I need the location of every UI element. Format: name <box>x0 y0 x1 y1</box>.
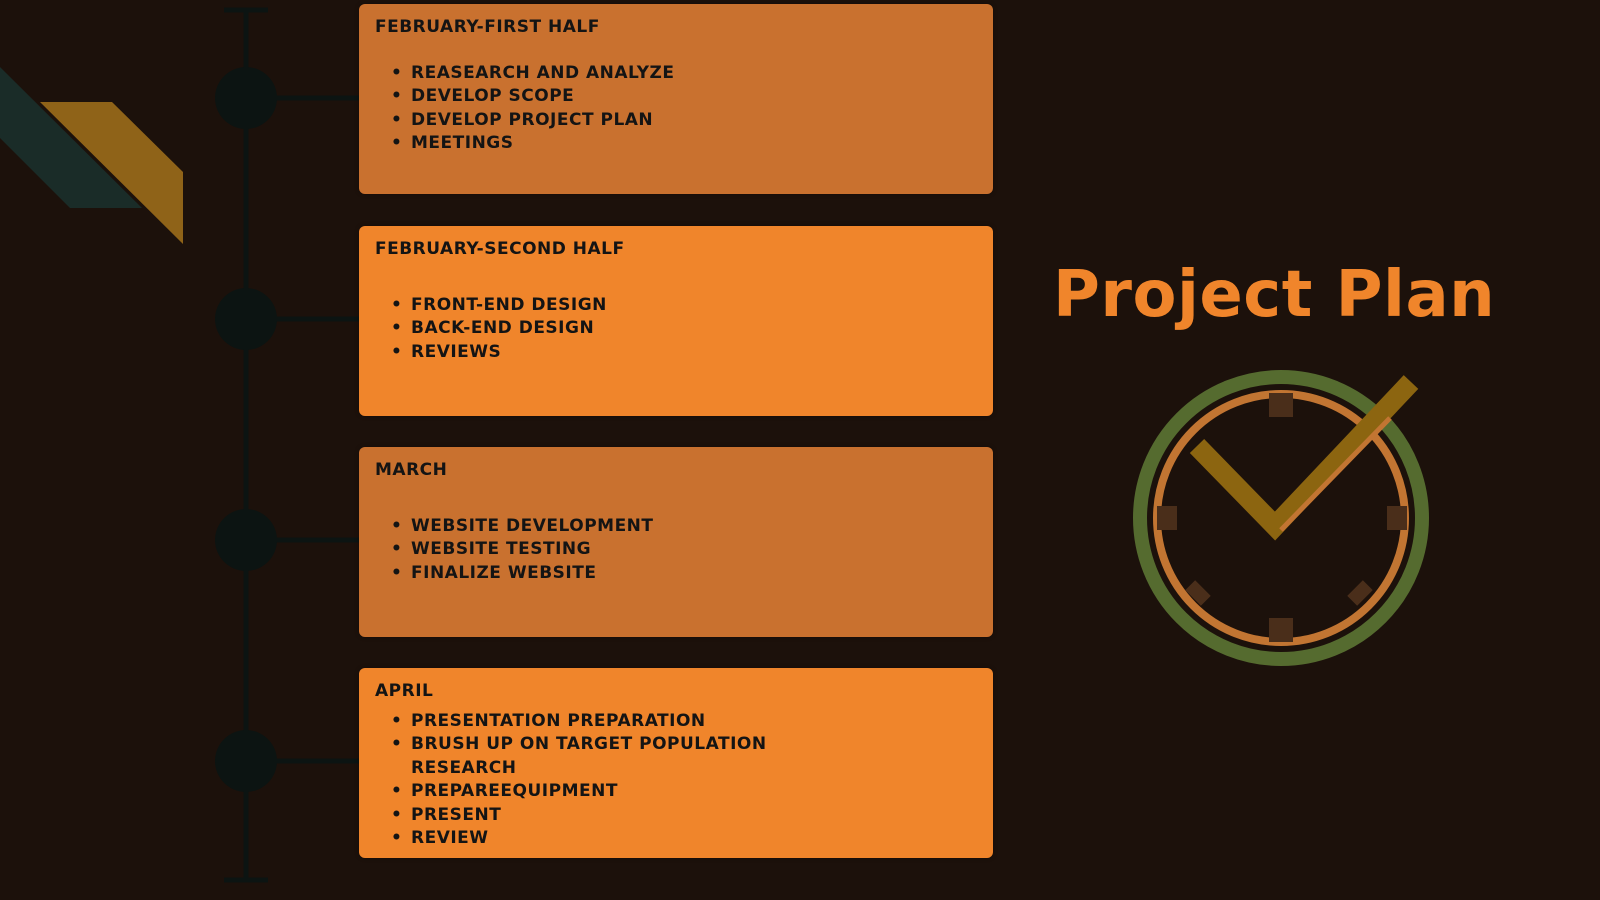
phase-task: Reviews <box>391 341 771 365</box>
phase-task: Presentation preparation <box>391 710 771 734</box>
timeline <box>215 7 360 883</box>
phase-task: Present <box>391 804 771 828</box>
phase-task: Brush up on target population research <box>391 733 771 780</box>
phase-task: Finalize website <box>391 562 771 586</box>
phase-card-april: April Presentation preparation Brush up … <box>359 668 993 858</box>
phase-heading: February-Second Half <box>375 239 625 259</box>
phase-task: PrepareEquipment <box>391 780 771 804</box>
phase-heading: March <box>375 460 448 480</box>
phase-task-list: Front-End Design Back-End Design Reviews <box>375 294 977 365</box>
phase-task: Meetings <box>391 132 771 156</box>
phase-task: Website Development <box>391 515 771 539</box>
timeline-node <box>215 730 277 792</box>
phase-task: Website testing <box>391 538 771 562</box>
phase-task-list: Website Development Website testing Fina… <box>375 515 977 586</box>
phase-task: Develop scope <box>391 85 771 109</box>
phase-task: Review <box>391 827 771 851</box>
phase-task: Reasearch and analyze <box>391 62 771 86</box>
phase-heading: February-First Half <box>375 17 600 37</box>
phase-task: Develop project plan <box>391 109 771 133</box>
phase-task-list: Reasearch and analyze Develop scope Deve… <box>375 62 977 156</box>
phase-heading: April <box>375 681 434 701</box>
phase-task: Front-End Design <box>391 294 771 318</box>
phase-card-march: March Website Development Website testin… <box>359 447 993 637</box>
phase-card-february-second-half: February-Second Half Front-End Design Ba… <box>359 226 993 416</box>
diagonal-stripes-icon <box>0 67 183 244</box>
timeline-node <box>215 288 277 350</box>
phase-card-february-first-half: February-First Half Reasearch and analyz… <box>359 4 993 194</box>
phase-task-list: Presentation preparation Brush up on tar… <box>375 710 977 851</box>
page-title: Project Plan <box>1053 258 1496 332</box>
timeline-node <box>215 67 277 129</box>
timeline-node <box>215 509 277 571</box>
phase-task: Back-End Design <box>391 317 771 341</box>
clock-check-icon <box>1133 370 1429 666</box>
